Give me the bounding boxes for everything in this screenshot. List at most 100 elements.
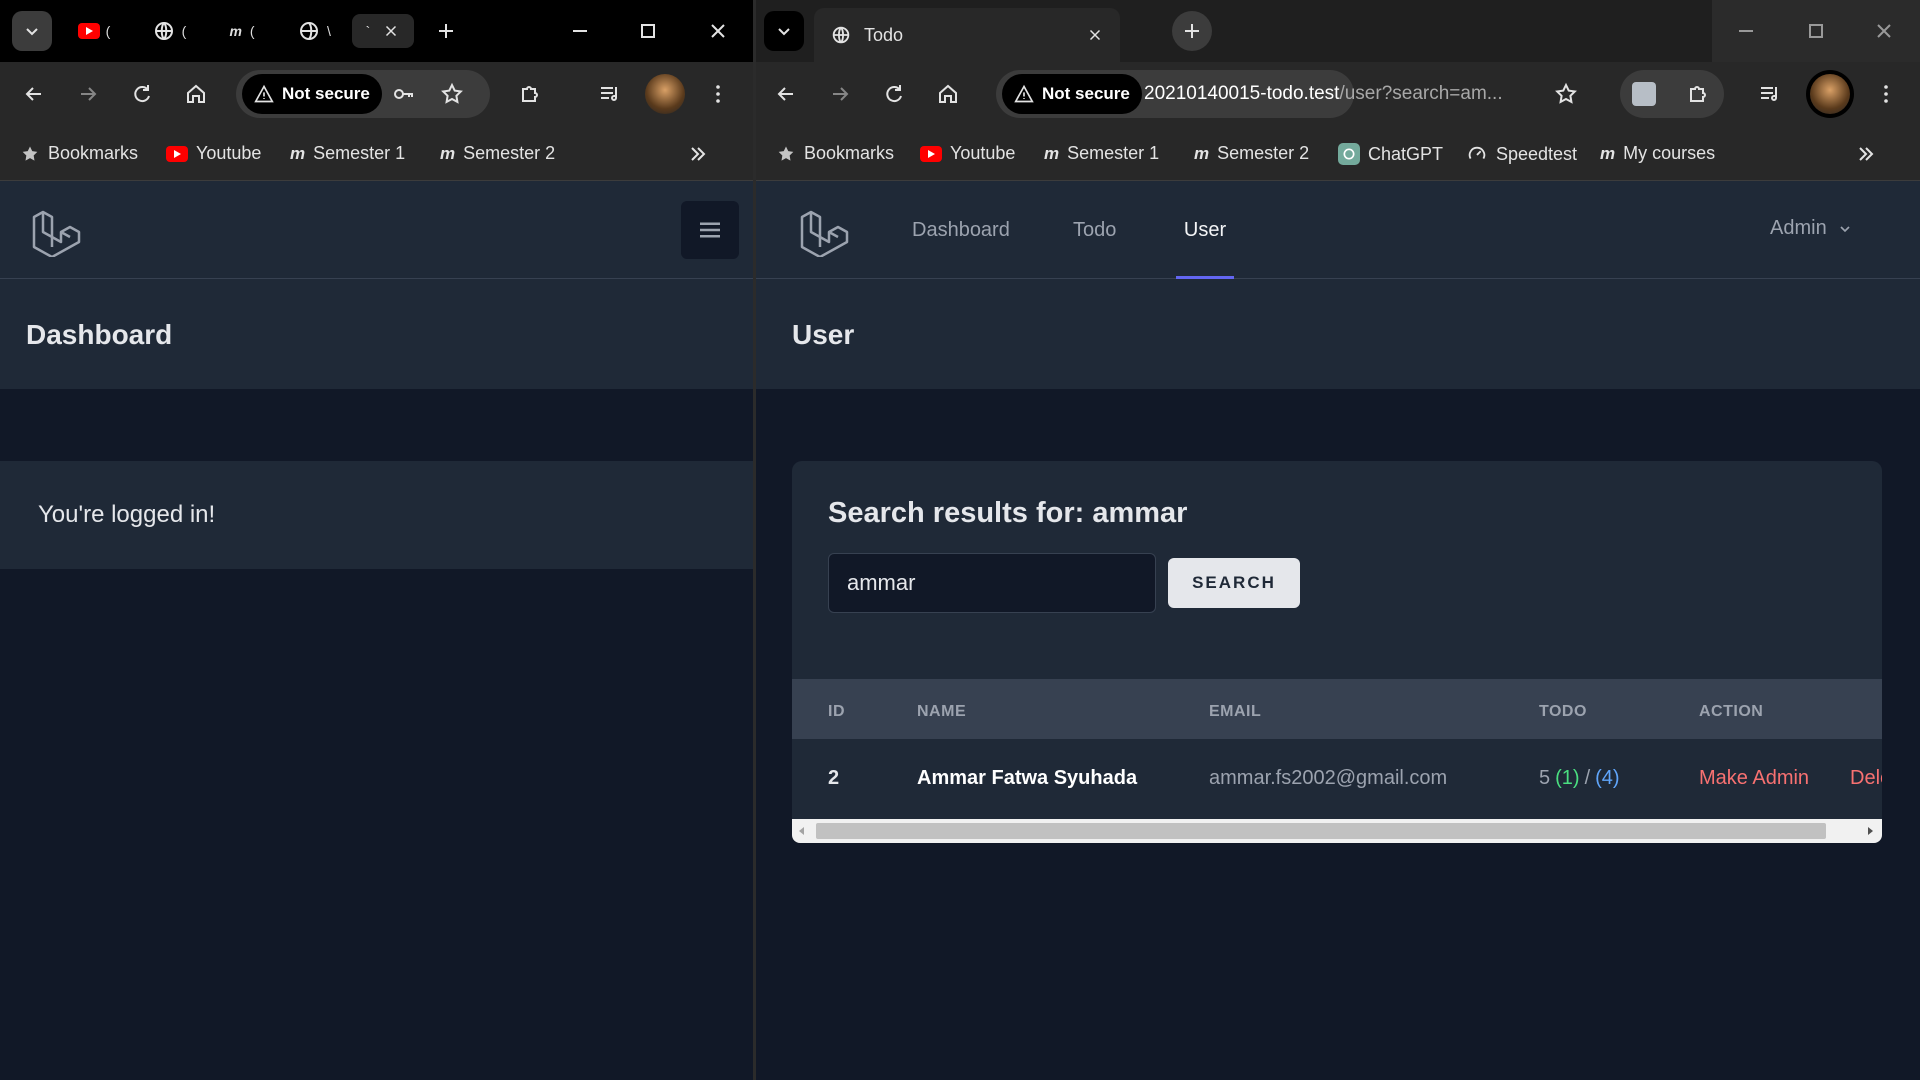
horizontal-scrollbar[interactable] (792, 819, 1882, 843)
extension-app-icon[interactable] (1632, 82, 1656, 106)
tab-todo[interactable]: Todo (814, 8, 1120, 62)
globe-icon (154, 22, 173, 40)
bookmark-chatgpt[interactable]: ChatGPT (1338, 143, 1443, 165)
nav-link-todo[interactable]: Todo (1073, 219, 1116, 242)
reload-button[interactable] (878, 78, 910, 110)
moodle-icon: m (1194, 143, 1210, 163)
password-key-button[interactable] (388, 78, 420, 110)
column-header-todo: TODO (1539, 703, 1587, 720)
nav-link-dashboard[interactable]: Dashboard (912, 219, 1010, 242)
hamburger-menu-button[interactable] (681, 201, 739, 259)
back-button[interactable] (18, 78, 50, 110)
bookmark-star-button[interactable] (436, 78, 468, 110)
tab-active[interactable]: ` (352, 14, 414, 48)
bookmark-star-button[interactable] (1550, 78, 1582, 110)
forward-button[interactable] (824, 78, 856, 110)
column-header-email: EMAIL (1209, 703, 1262, 720)
tab-search-button[interactable] (12, 11, 52, 51)
playlist-icon (1761, 87, 1777, 101)
bookmark-semester-1[interactable]: m Semester 1 (290, 143, 405, 164)
security-chip[interactable]: Not secure (242, 74, 382, 114)
warning-icon (1014, 84, 1034, 103)
laravel-logo-icon[interactable] (28, 207, 82, 257)
nav-link-user[interactable]: User (1176, 181, 1234, 279)
bookmark-speedtest[interactable]: Speedtest (1466, 143, 1577, 165)
search-heading: Search results for: ammar (828, 497, 1188, 529)
close-window-button[interactable] (1864, 16, 1904, 46)
page-title: Dashboard (26, 319, 173, 350)
cell-email: ammar.fs2002@gmail.com (1209, 767, 1448, 789)
media-controls-button[interactable] (1754, 78, 1786, 110)
tab-strip: Todo (756, 0, 1920, 62)
reload-button[interactable] (126, 78, 158, 110)
make-admin-button[interactable]: Make Admin (1699, 767, 1809, 790)
bookmarks-bar: Bookmarks Youtube m Semester 1 m Semeste… (756, 126, 1920, 181)
profile-button[interactable] (1806, 70, 1854, 118)
bookmark-my-courses[interactable]: m My courses (1600, 143, 1715, 164)
laravel-logo-icon[interactable] (796, 207, 850, 257)
scroll-right-icon[interactable] (1864, 825, 1876, 837)
column-header-id: ID (828, 703, 845, 720)
forward-button[interactable] (72, 78, 104, 110)
puzzle-icon (1690, 86, 1706, 102)
profile-avatar[interactable] (645, 74, 685, 114)
youtube-icon (77, 23, 100, 39)
cell-id: 2 (828, 767, 840, 789)
bookmark-youtube[interactable]: Youtube (920, 143, 1015, 164)
page-title: User (792, 319, 855, 350)
double-chevron-right-icon (691, 147, 706, 161)
extensions-button[interactable] (514, 78, 546, 110)
omnibox[interactable]: Not secure (236, 70, 490, 118)
bookmarks-overflow-button[interactable] (1852, 140, 1880, 168)
right-browser-window: Todo Not secure 20210140015-todo.test /u… (756, 0, 1920, 1080)
scroll-left-icon[interactable] (796, 825, 808, 837)
search-button[interactable]: SEARCH (1168, 558, 1300, 608)
moodle-icon: m (229, 23, 242, 39)
home-button[interactable] (932, 78, 964, 110)
bookmarks-overflow-button[interactable] (684, 140, 712, 168)
globe-icon (300, 22, 319, 40)
tab-moodle[interactable]: m ( (216, 14, 268, 48)
close-icon[interactable] (1086, 26, 1104, 44)
security-chip[interactable]: Not secure (1002, 74, 1142, 114)
url-text[interactable]: 20210140015-todo.test /user?search=am... (1144, 70, 1536, 118)
more-vertical-icon (716, 85, 720, 103)
maximize-button[interactable] (628, 16, 668, 46)
bookmark-bookmarks[interactable]: Bookmarks (776, 143, 894, 164)
bookmark-semester-2[interactable]: m Semester 2 (440, 143, 555, 164)
minimize-button[interactable] (560, 16, 600, 46)
moodle-icon: m (290, 143, 306, 163)
home-button[interactable] (180, 78, 212, 110)
arrow-right-icon (81, 87, 97, 101)
delete-button[interactable]: Delet (1850, 767, 1882, 790)
bookmark-semester-1[interactable]: m Semester 1 (1044, 143, 1159, 164)
tab-globe[interactable]: \ (288, 14, 340, 48)
scrollbar-thumb[interactable] (816, 823, 1826, 839)
media-controls-button[interactable] (594, 78, 626, 110)
user-dropdown[interactable]: Admin (1770, 217, 1853, 240)
extensions-button[interactable] (1682, 78, 1714, 110)
new-tab-button[interactable] (430, 15, 462, 47)
browser-toolbar: Not secure (0, 62, 753, 126)
more-vertical-icon (1884, 85, 1888, 103)
maximize-button[interactable] (1796, 16, 1836, 46)
browser-menu-button[interactable] (1874, 78, 1898, 110)
tab-search-button[interactable] (764, 11, 804, 51)
bookmark-youtube[interactable]: Youtube (166, 143, 261, 164)
playlist-icon (601, 87, 617, 101)
moodle-icon: m (1600, 143, 1616, 163)
tab-youtube[interactable]: ( (68, 14, 120, 48)
search-input[interactable] (828, 553, 1156, 613)
bookmark-semester-2[interactable]: m Semester 2 (1194, 143, 1309, 164)
back-button[interactable] (770, 78, 802, 110)
bookmark-bookmarks[interactable]: Bookmarks (20, 143, 138, 164)
new-tab-button[interactable] (1172, 11, 1212, 51)
minimize-button[interactable] (1726, 16, 1766, 46)
browser-menu-button[interactable] (706, 78, 730, 110)
todo-total: 5 (1539, 767, 1551, 789)
minimize-icon (1739, 30, 1753, 32)
tab-globe-audio[interactable]: ( (142, 14, 196, 48)
menu-icon (700, 222, 720, 238)
close-window-button[interactable] (698, 16, 738, 46)
close-icon[interactable] (382, 22, 400, 40)
